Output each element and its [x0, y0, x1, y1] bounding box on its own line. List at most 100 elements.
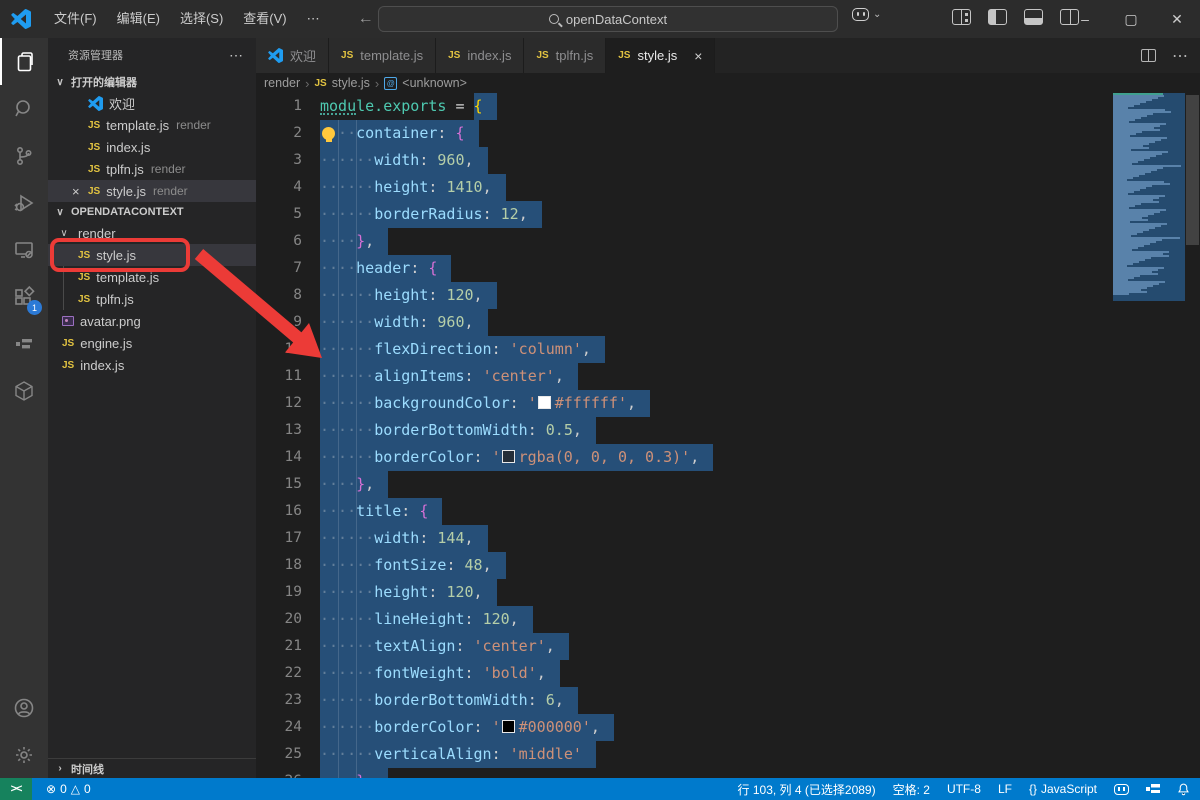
settings-gear-icon[interactable]: [0, 731, 48, 778]
code-line-13: 13······borderBottomWidth: 0.5,: [256, 417, 1200, 444]
tree-item-avatar.png[interactable]: avatar.png: [48, 310, 256, 332]
vscode-file-icon: [268, 48, 283, 63]
code-line-18: 18······fontSize: 48,: [256, 552, 1200, 579]
selection-highlight: ····header: {: [320, 255, 451, 282]
code-line-4: 4······height: 1410,: [256, 174, 1200, 201]
menu-item-2[interactable]: 选择(S): [170, 11, 233, 26]
file-tree: ∨renderJSstyle.jsJStemplate.jsJStplfn.js…: [48, 222, 256, 376]
breadcrumb-folder[interactable]: render: [264, 76, 300, 90]
title-bar: 文件(F)编辑(E)选择(S)查看(V)⋯ ← → openDataContex…: [0, 0, 1200, 38]
run-debug-icon[interactable]: [0, 179, 48, 226]
close-button[interactable]: ✕: [1154, 0, 1200, 38]
tree-item-style.js[interactable]: JSstyle.js: [48, 244, 256, 266]
explorer-icon[interactable]: [0, 38, 48, 85]
open-editor-index.js[interactable]: JSindex.js: [48, 136, 256, 158]
selection-highlight: ······borderColor: 'rgba(0, 0, 0, 0.3)',: [320, 444, 713, 471]
vertical-scrollbar[interactable]: [1186, 95, 1199, 245]
toggle-panel-icon[interactable]: [1024, 9, 1043, 25]
search-text: openDataContext: [566, 12, 667, 27]
back-button[interactable]: ←: [358, 10, 374, 28]
minimap[interactable]: [1113, 93, 1185, 301]
open-editor-template.js[interactable]: JStemplate.jsrender: [48, 114, 256, 136]
toggle-sidebar-icon[interactable]: [988, 9, 1007, 25]
customize-layout-icon[interactable]: [952, 9, 971, 25]
minimize-button[interactable]: –: [1062, 0, 1108, 38]
open-editor-tplfn.js[interactable]: JStplfn.jsrender: [48, 158, 256, 180]
selection-highlight: ······alignItems: 'center',: [320, 363, 578, 390]
selection-highlight: ······width: 960,: [320, 309, 488, 336]
line-content: ······height: 120,: [320, 282, 497, 309]
search-panel-icon[interactable]: [0, 85, 48, 132]
js-file-icon: JS: [448, 50, 460, 61]
extension-flag-icon[interactable]: [0, 320, 48, 367]
editor-more-actions-icon[interactable]: ⋯: [1172, 46, 1188, 66]
tree-item-tplfn.js[interactable]: JStplfn.js: [48, 288, 256, 310]
line-number: 18: [256, 552, 302, 579]
tab-欢迎[interactable]: 欢迎: [256, 38, 329, 73]
bell-icon[interactable]: [1177, 782, 1190, 796]
code-editor[interactable]: 1module.exports = {2····container: {3···…: [256, 93, 1200, 778]
open-editor-style.js[interactable]: ×JSstyle.jsrender: [48, 180, 256, 202]
language-status[interactable]: {} JavaScript: [1029, 782, 1097, 796]
source-control-icon[interactable]: [0, 132, 48, 179]
code-line-10: 10······flexDirection: 'column',: [256, 336, 1200, 363]
cursor-position[interactable]: 行 103, 列 4 (已选择2089): [738, 781, 876, 798]
warning-icon: △: [71, 782, 80, 796]
breadcrumb-file[interactable]: style.js: [332, 76, 370, 90]
tree-item-index.js[interactable]: JSindex.js: [48, 354, 256, 376]
tab-style.js[interactable]: JSstyle.js×: [606, 38, 715, 73]
tab-template.js[interactable]: JStemplate.js: [329, 38, 436, 73]
lightbulb-icon[interactable]: [322, 127, 335, 140]
tree-item-render[interactable]: ∨render: [48, 222, 256, 244]
extension-status-icon[interactable]: [1146, 783, 1160, 795]
line-content: ······lineHeight: 120,: [320, 606, 533, 633]
search-icon: [549, 14, 559, 24]
code-line-7: 7····header: {: [256, 255, 1200, 282]
tab-index.js[interactable]: JSindex.js: [436, 38, 524, 73]
open-editor-欢迎[interactable]: 欢迎: [48, 92, 256, 114]
copilot-status-icon[interactable]: [1114, 784, 1129, 795]
code-line-17: 17······width: 144,: [256, 525, 1200, 552]
menu-item-4[interactable]: ⋯: [297, 11, 330, 26]
selection-highlight: ······verticalAlign: 'middle': [320, 741, 596, 768]
encoding-status[interactable]: UTF-8: [947, 782, 981, 796]
indentation-status[interactable]: 空格: 2: [893, 781, 930, 798]
tab-label: template.js: [360, 48, 423, 63]
timeline-section[interactable]: › 时间线: [48, 758, 256, 778]
tab-close-icon[interactable]: ×: [694, 48, 702, 64]
workspace-header[interactable]: ∨ OPENDATACONTEXT: [48, 202, 256, 222]
tree-item-template.js[interactable]: JStemplate.js: [48, 266, 256, 288]
package-cube-icon[interactable]: [0, 367, 48, 414]
menu-item-3[interactable]: 查看(V): [233, 11, 296, 26]
selection-highlight: ······width: 960,: [320, 147, 488, 174]
maximize-button[interactable]: ▢: [1108, 0, 1154, 38]
code-line-24: 24······borderColor: '#000000',: [256, 714, 1200, 741]
more-actions-icon[interactable]: ⋯: [229, 47, 244, 64]
tree-item-engine.js[interactable]: JSengine.js: [48, 332, 256, 354]
account-icon[interactable]: [0, 684, 48, 731]
search-input[interactable]: openDataContext: [378, 6, 838, 32]
copilot-menu[interactable]: ⌄: [852, 8, 881, 21]
line-content: ······height: 120,: [320, 579, 497, 606]
editor-item-label: 欢迎: [109, 94, 135, 113]
problems-status[interactable]: ⊗ 0 △ 0: [46, 782, 91, 796]
split-editor-icon[interactable]: [1141, 49, 1156, 62]
line-number: 15: [256, 471, 302, 498]
tab-tplfn.js[interactable]: JStplfn.js: [524, 38, 606, 73]
menu-item-1[interactable]: 编辑(E): [107, 11, 170, 26]
code-line-26: 26····},: [256, 768, 1200, 778]
extensions-badge: 1: [27, 300, 42, 315]
line-number: 1: [256, 93, 302, 120]
menu-item-0[interactable]: 文件(F): [44, 11, 107, 26]
remote-explorer-icon[interactable]: [0, 226, 48, 273]
breadcrumb-symbol[interactable]: <unknown>: [402, 76, 467, 90]
tab-label: tplfn.js: [556, 48, 594, 63]
extensions-icon[interactable]: 1: [0, 273, 48, 320]
breadcrumb[interactable]: render › JS style.js › @ <unknown>: [256, 73, 1200, 93]
open-editors-header[interactable]: ∨ 打开的编辑器: [48, 72, 256, 92]
tree-item-label: tplfn.js: [96, 292, 134, 307]
eol-status[interactable]: LF: [998, 782, 1012, 796]
line-content: ······height: 1410,: [320, 174, 506, 201]
close-icon[interactable]: ×: [72, 184, 80, 199]
remote-indicator[interactable]: ><: [0, 778, 32, 800]
